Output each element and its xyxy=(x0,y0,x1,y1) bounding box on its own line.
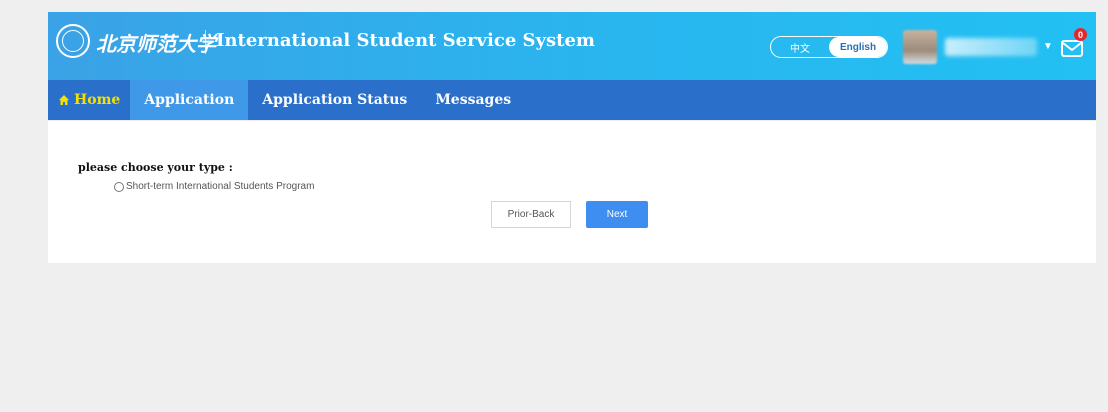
type-prompt: please choose your type : xyxy=(78,161,233,174)
nav-label-home: Home xyxy=(74,92,121,108)
home-icon xyxy=(59,95,69,105)
username-blurred[interactable] xyxy=(945,38,1037,56)
lang-option-chinese[interactable]: 中文 xyxy=(771,37,829,57)
university-seal-icon xyxy=(56,24,90,58)
next-button[interactable]: Next xyxy=(586,201,648,228)
main-nav: Home Application Application Status Mess… xyxy=(48,80,1096,120)
logo-divider xyxy=(205,30,206,54)
application-panel: please choose your type : Short-term Int… xyxy=(48,121,1096,263)
avatar[interactable] xyxy=(903,30,937,64)
university-logo-text: 北京师范大学 xyxy=(96,32,216,56)
prior-back-button[interactable]: Prior-Back xyxy=(491,201,571,228)
nav-item-application-status[interactable]: Application Status xyxy=(248,80,421,120)
nav-item-messages[interactable]: Messages xyxy=(421,80,525,120)
lang-option-english[interactable]: English xyxy=(829,37,887,57)
nav-item-home[interactable]: Home xyxy=(48,80,130,120)
nav-item-application[interactable]: Application xyxy=(130,80,249,120)
mail-badge: 0 xyxy=(1074,28,1087,41)
system-title: International Student Service System xyxy=(216,30,595,51)
top-header: 北京师范大学 International Student Service Sys… xyxy=(48,12,1096,80)
program-radio[interactable] xyxy=(114,181,124,192)
language-toggle[interactable]: 中文 English xyxy=(770,36,888,58)
chevron-down-icon[interactable]: ▼ xyxy=(1043,41,1053,52)
mail-icon[interactable] xyxy=(1061,39,1083,57)
program-option-label[interactable]: Short-term International Students Progra… xyxy=(126,181,314,192)
program-option[interactable]: Short-term International Students Progra… xyxy=(114,181,314,192)
